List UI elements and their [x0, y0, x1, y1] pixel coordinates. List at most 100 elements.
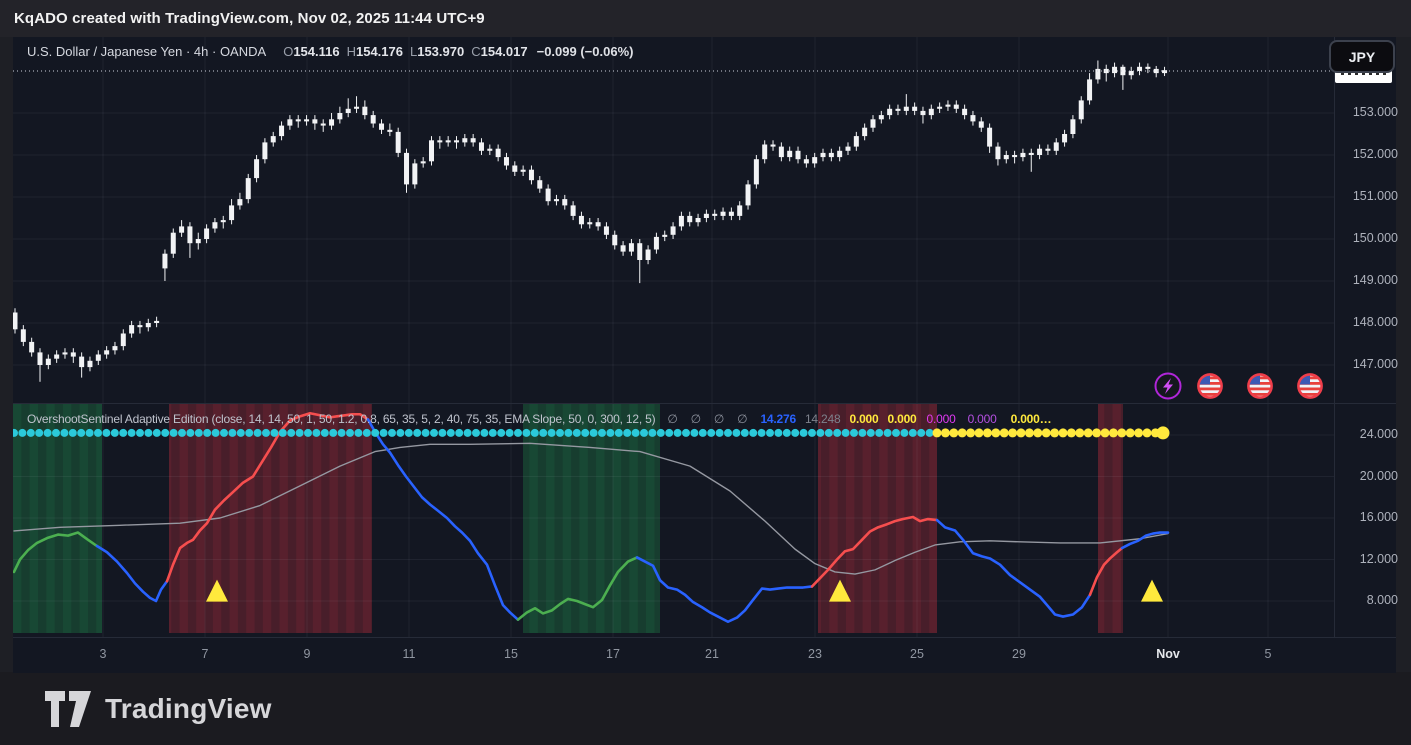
candle: [521, 166, 526, 177]
candle: [1029, 149, 1034, 172]
candle: [37, 348, 42, 382]
indicator-axis-label: 20.000: [1336, 469, 1398, 483]
candle: [995, 142, 1000, 165]
time-axis[interactable]: 37911151721232529Nov5: [13, 637, 1396, 673]
candle: [1137, 63, 1142, 76]
us-flag-event-icon[interactable]: [1298, 374, 1321, 397]
indicator-value: 0.000: [927, 412, 956, 426]
candle: [1079, 96, 1084, 123]
symbol-legend[interactable]: U.S. Dollar / Japanese Yen · 4h · OANDA O…: [27, 44, 633, 59]
main-price-pane[interactable]: [13, 37, 1334, 404]
candle: [462, 134, 467, 147]
high-label: H: [347, 44, 356, 59]
candle: [246, 174, 251, 203]
candle: [846, 142, 851, 155]
indicator-value: 14.276: [760, 412, 796, 426]
candle: [662, 231, 667, 242]
candle: [821, 149, 826, 162]
candle: [212, 218, 217, 233]
candle: [904, 94, 909, 115]
candle: [704, 210, 709, 223]
buy-signal-triangle: [1141, 580, 1163, 602]
candle: [362, 100, 367, 119]
oscillator-line-segment: [97, 546, 167, 601]
candle: [346, 98, 351, 117]
tradingview-brand-text: TradingView: [105, 693, 272, 725]
candle: [687, 212, 692, 227]
candle: [162, 250, 167, 282]
candle: [404, 149, 409, 193]
candle: [187, 222, 192, 258]
close-label: C: [471, 44, 480, 59]
open-value: 154.116: [293, 44, 339, 59]
candle: [571, 201, 576, 220]
time-axis-label: 7: [202, 647, 209, 661]
price-axis-separator[interactable]: [1334, 37, 1335, 637]
economic-flash-event-icon[interactable]: [1156, 374, 1181, 399]
candle: [1162, 67, 1167, 76]
indicator-pane[interactable]: [13, 404, 1334, 637]
candle: [496, 145, 501, 162]
candle: [929, 105, 934, 120]
candle: [171, 229, 176, 258]
oscillator-line-segment: [937, 520, 1090, 616]
candle: [787, 147, 792, 162]
indicator-legend[interactable]: OvershootSentinel Adaptive Edition (clos…: [27, 412, 1051, 426]
candle: [479, 138, 484, 155]
candle: [954, 100, 959, 113]
currency-toggle-button[interactable]: JPY: [1329, 40, 1395, 73]
candle: [1037, 145, 1042, 160]
symbol-title: U.S. Dollar / Japanese Yen · 4h · OANDA: [27, 44, 266, 59]
pane-separator[interactable]: [13, 403, 1396, 404]
us-flag-event-icon[interactable]: [1248, 374, 1271, 397]
candle: [829, 149, 834, 162]
indicator-value: 14.248: [805, 412, 841, 426]
candle: [1004, 151, 1009, 164]
candle: [429, 136, 434, 165]
candle: [396, 128, 401, 157]
indicator-axis-label: 8.000: [1336, 593, 1398, 607]
candle: [512, 161, 517, 176]
candle: [1054, 138, 1059, 155]
candle: [229, 199, 234, 224]
candle: [679, 212, 684, 231]
export-header: KqADO created with TradingView.com, Nov …: [0, 0, 1411, 37]
chart-region[interactable]: U.S. Dollar / Japanese Yen · 4h · OANDA O…: [13, 37, 1396, 672]
time-axis-label: 9: [304, 647, 311, 661]
candle: [154, 317, 159, 328]
open-label: O: [283, 44, 293, 59]
candle: [1012, 151, 1017, 164]
candle: [471, 134, 476, 147]
candle: [646, 245, 651, 264]
indicator-axis-label: 16.000: [1336, 510, 1398, 524]
candle: [487, 145, 492, 156]
candle: [437, 136, 442, 149]
indicator-axis-label: 12.000: [1336, 552, 1398, 566]
time-axis-label: 11: [403, 647, 416, 661]
candle: [712, 210, 717, 221]
candle: [412, 159, 417, 188]
candle: [554, 195, 559, 206]
candle: [379, 119, 384, 134]
candle: [1062, 130, 1067, 147]
candle: [796, 147, 801, 164]
candle: [312, 115, 317, 130]
candle: [354, 96, 359, 113]
candle: [737, 201, 742, 220]
candle: [945, 100, 950, 111]
candle: [870, 115, 875, 132]
candle: [862, 124, 867, 141]
time-axis-label: 5: [1265, 647, 1272, 661]
candle: [671, 222, 676, 239]
us-flag-event-icon[interactable]: [1198, 374, 1221, 397]
time-axis-label: 3: [100, 647, 107, 661]
candle: [21, 325, 26, 346]
candle: [387, 124, 392, 137]
candle: [337, 107, 342, 124]
candle: [146, 319, 151, 332]
indicator-value: 0.000: [849, 412, 878, 426]
candle: [696, 214, 701, 227]
candle: [79, 352, 84, 377]
candle: [329, 113, 334, 130]
indicator-axis-label: 24.000: [1336, 427, 1398, 441]
